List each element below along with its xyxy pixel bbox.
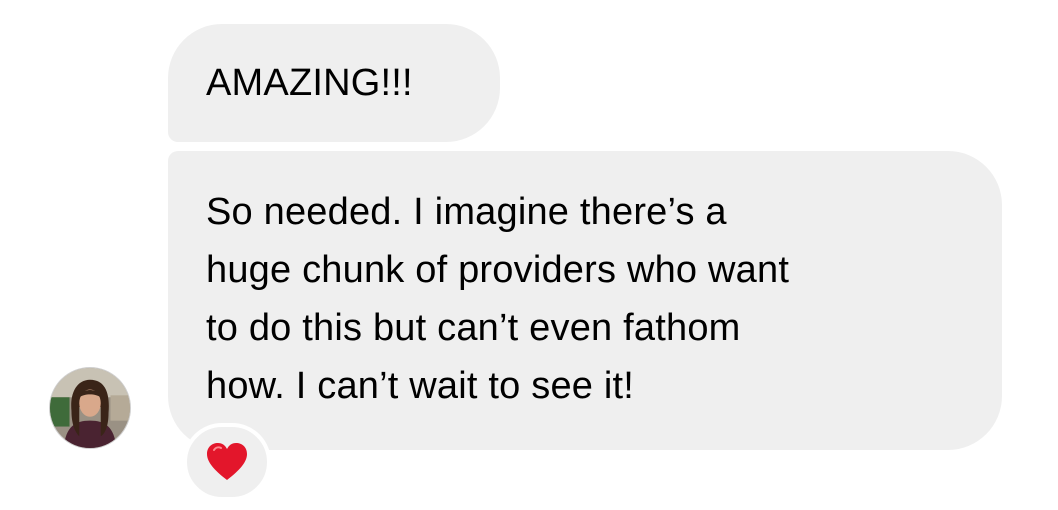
message-bubble-so-needed[interactable]: So needed. I imagine there’s a huge chun… — [168, 151, 1002, 450]
avatar-photo — [50, 368, 130, 448]
message-text-line: to do this but can’t even fathom — [206, 307, 741, 349]
message-bubble-amazing[interactable]: AMAZING!!! — [168, 24, 500, 142]
reaction-badge[interactable] — [183, 423, 271, 501]
message-text-line: huge chunk of providers who want — [206, 249, 790, 291]
message-text-line: AMAZING!!! — [206, 62, 413, 104]
message-text-line: So needed. I imagine there’s a — [206, 191, 727, 233]
red-heart-icon — [207, 443, 247, 480]
message-text-line: how. I can’t wait to see it! — [206, 365, 635, 407]
sender-avatar[interactable] — [49, 367, 131, 449]
